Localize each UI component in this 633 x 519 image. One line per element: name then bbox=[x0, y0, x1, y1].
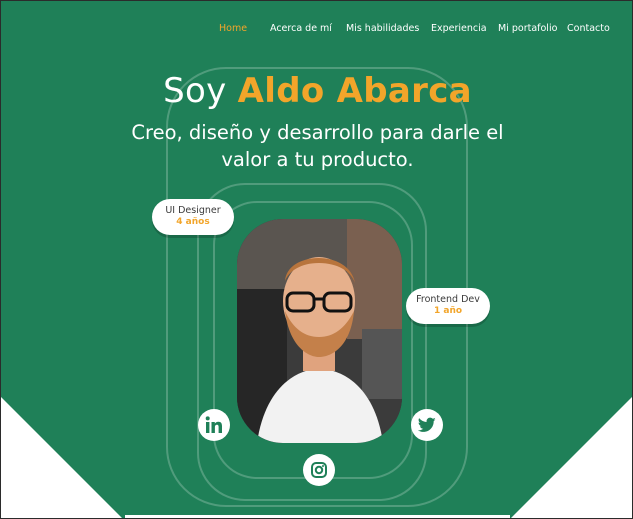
hero-subtitle: Creo, diseño y desarrollo para darle el … bbox=[131, 121, 504, 171]
top-navigation: Home Acerca de mí Mis habilidades Experi… bbox=[1, 23, 632, 37]
nav-experience[interactable]: Experiencia bbox=[431, 23, 487, 34]
nav-contact[interactable]: Contacto bbox=[567, 23, 610, 34]
twitter-link[interactable] bbox=[411, 409, 443, 441]
profile-photo bbox=[237, 219, 402, 443]
profile-photo-illustration bbox=[237, 219, 402, 443]
nav-about[interactable]: Acerca de mí bbox=[270, 23, 332, 34]
hero-title: Soy Aldo Abarca bbox=[1, 71, 632, 111]
hero-greeting: Soy bbox=[163, 71, 227, 111]
badge-years: 1 año bbox=[433, 306, 463, 316]
linkedin-icon bbox=[205, 416, 222, 433]
page-frame: Home Acerca de mí Mis habilidades Experi… bbox=[0, 0, 633, 519]
experience-badge-frontend-dev: Frontend Dev 1 año bbox=[406, 288, 490, 324]
nav-home[interactable]: Home bbox=[219, 23, 247, 34]
next-section-card bbox=[125, 515, 510, 518]
twitter-icon bbox=[418, 417, 436, 432]
experience-badge-ui-designer: UI Designer 4 años bbox=[152, 199, 234, 235]
badge-years: 4 años bbox=[176, 217, 210, 227]
linkedin-link[interactable] bbox=[198, 409, 230, 441]
decorative-corner-left bbox=[1, 397, 124, 518]
instagram-link[interactable] bbox=[303, 454, 335, 486]
nav-portfolio[interactable]: Mi portafolio bbox=[498, 23, 557, 34]
decorative-corner-right bbox=[509, 397, 632, 518]
hero-name: Aldo Abarca bbox=[237, 71, 472, 111]
nav-skills[interactable]: Mis habilidades bbox=[346, 23, 419, 34]
badge-role: Frontend Dev bbox=[416, 294, 480, 305]
instagram-icon bbox=[311, 462, 327, 478]
badge-role: UI Designer bbox=[165, 205, 221, 216]
